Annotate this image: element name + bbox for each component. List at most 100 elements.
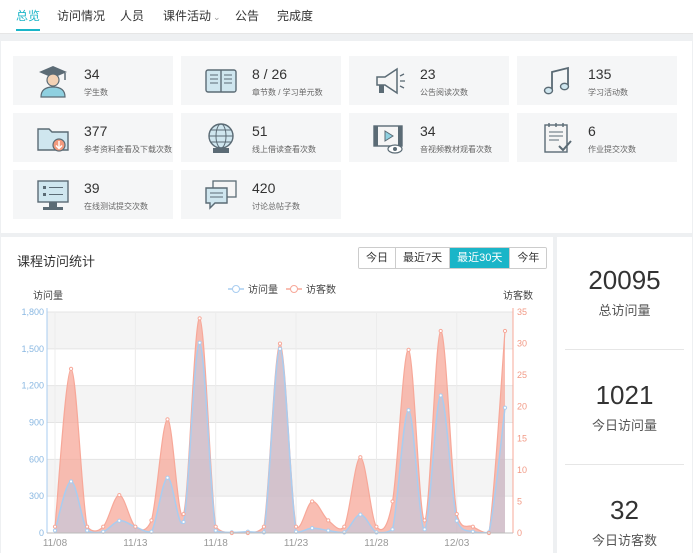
- music-note-icon: [543, 66, 570, 95]
- visits-point: [181, 519, 186, 525]
- total-visits-label: 总访问量: [598, 303, 651, 318]
- y-tick-left: 1,800: [21, 307, 44, 317]
- visits-point: [502, 405, 508, 410]
- y-tick-left: 300: [29, 491, 44, 501]
- x-tick: 11/13: [123, 538, 148, 549]
- today-visits-block: 1021 今日访问量: [557, 380, 692, 434]
- chevron-down-icon: ⌄: [213, 12, 221, 22]
- visits-point: [85, 528, 90, 533]
- tab-completion[interactable]: 完成度: [277, 0, 313, 33]
- summary-panel: 20095 总访问量 1021 今日访问量 32 今日访客数: [557, 237, 692, 553]
- stat-label: 音视频教材观看次数: [420, 145, 492, 154]
- visits-point: [277, 346, 283, 351]
- y-tick-left: 1,500: [21, 344, 44, 354]
- visits-point: [406, 408, 411, 413]
- tab-courseware-activity[interactable]: 课件活动 ⌄: [163, 0, 221, 33]
- stat-card-references: 377 参考资料查看及下载次数: [13, 113, 173, 162]
- stat-label: 章节数 / 学习单元数: [252, 88, 323, 97]
- tab-courseware-activity-label: 课件活动: [163, 9, 212, 23]
- visitors-point: [68, 366, 74, 371]
- visitors-point: [293, 524, 299, 529]
- visits-point: [197, 340, 202, 345]
- stat-label: 在线测试提交次数: [84, 202, 148, 211]
- divider: [565, 349, 684, 350]
- visitors-point: [310, 499, 315, 504]
- visitors-point: [85, 524, 90, 529]
- y-tick-left: 600: [29, 454, 44, 464]
- stat-card-announcements: 23 公告阅读次数: [349, 56, 509, 105]
- stat-value: 51: [252, 123, 268, 139]
- y-tick-left: 900: [29, 418, 44, 428]
- visitors-point: [133, 524, 138, 529]
- stat-value: 420: [252, 180, 276, 196]
- visits-point: [438, 393, 443, 398]
- visits-point: [310, 525, 315, 531]
- today-visitors-value: 32: [610, 495, 639, 525]
- today-visitors-block: 32 今日访客数: [557, 495, 692, 549]
- visits-point: [52, 528, 58, 533]
- total-visits-value: 20095: [588, 265, 661, 295]
- top-nav: 总览 访问情况 人员 课件活动 ⌄ 公告 完成度: [0, 0, 693, 34]
- legend-visitors-marker: [290, 285, 298, 293]
- y-axis-left-label: 访问量: [33, 289, 63, 302]
- assignment-icon: [544, 123, 572, 153]
- graduate-icon: [39, 66, 67, 98]
- stat-card-tests: 39 在线测试提交次数: [13, 170, 173, 219]
- globe-icon: [208, 123, 234, 153]
- y-tick-right: 0: [517, 528, 522, 538]
- visitors-point: [358, 455, 363, 460]
- stat-label: 公告阅读次数: [420, 88, 468, 97]
- tab-overview[interactable]: 总览: [16, 0, 41, 33]
- stat-card-students: 34 学生数: [13, 56, 173, 105]
- stat-value: 8 / 26: [252, 66, 288, 82]
- stat-value: 6: [588, 123, 596, 139]
- visitors-point: [101, 524, 106, 529]
- tab-people[interactable]: 人员: [120, 0, 144, 33]
- visits-point: [165, 475, 170, 480]
- stat-label: 线上借读查看次数: [252, 145, 316, 154]
- chat-icon: [205, 180, 237, 210]
- stat-card-discussions: 420 讨论总帖子数: [181, 170, 341, 219]
- legend-visits-marker: [232, 285, 240, 293]
- visitors-point: [502, 328, 508, 334]
- test-monitor-icon: [37, 180, 69, 210]
- today-visitors-label: 今日访客数: [591, 533, 657, 548]
- visitors-point: [374, 524, 379, 529]
- visits-point: [261, 530, 267, 535]
- y-axis-right-label: 访客数: [503, 289, 533, 302]
- legend-visits-label[interactable]: 访问量: [248, 283, 278, 296]
- tab-visits[interactable]: 访问情况: [57, 0, 105, 33]
- divider: [565, 464, 684, 465]
- stat-card-activities: 135 学习活动数: [517, 56, 677, 105]
- visitors-point: [406, 347, 411, 352]
- y-tick-right: 30: [517, 339, 527, 349]
- y-tick-right: 35: [517, 307, 527, 317]
- stat-value: 34: [420, 123, 436, 139]
- visitors-point: [165, 417, 170, 422]
- legend-visitors-label[interactable]: 访客数: [306, 283, 336, 296]
- y-tick-left: 0: [39, 528, 44, 538]
- visits-point: [374, 530, 379, 535]
- x-tick: 11/08: [43, 538, 68, 549]
- visitors-point: [342, 524, 347, 529]
- stat-label: 讨论总帖子数: [252, 202, 300, 211]
- visits-point: [422, 527, 427, 532]
- stats-panel: 34 学生数 8 / 26 章节数 / 学习单元数 23 公告阅读次数 135: [1, 41, 692, 233]
- stat-card-online-reading: 51 线上借读查看次数: [181, 113, 341, 162]
- visits-point: [342, 530, 347, 535]
- visitors-point: [438, 328, 443, 334]
- book-icon: [205, 69, 237, 93]
- visitors-point: [277, 341, 283, 346]
- y-tick-right: 25: [517, 370, 527, 380]
- stat-label: 学习活动数: [588, 88, 628, 97]
- x-tick: 11/23: [284, 538, 309, 549]
- visits-chart: 0 300 600 900 1,200 1,500 1,800 0 5 10 15 20 25 30 35 1…: [21, 283, 533, 549]
- stat-value: 34: [84, 66, 100, 82]
- tab-announcements[interactable]: 公告: [235, 0, 259, 33]
- visitors-point: [149, 518, 154, 523]
- visitors-point: [326, 518, 331, 523]
- visits-point: [117, 518, 122, 523]
- y-tick-right: 5: [517, 496, 522, 506]
- chart-legend: 访问量 访客数: [228, 283, 336, 296]
- visits-point: [68, 479, 74, 484]
